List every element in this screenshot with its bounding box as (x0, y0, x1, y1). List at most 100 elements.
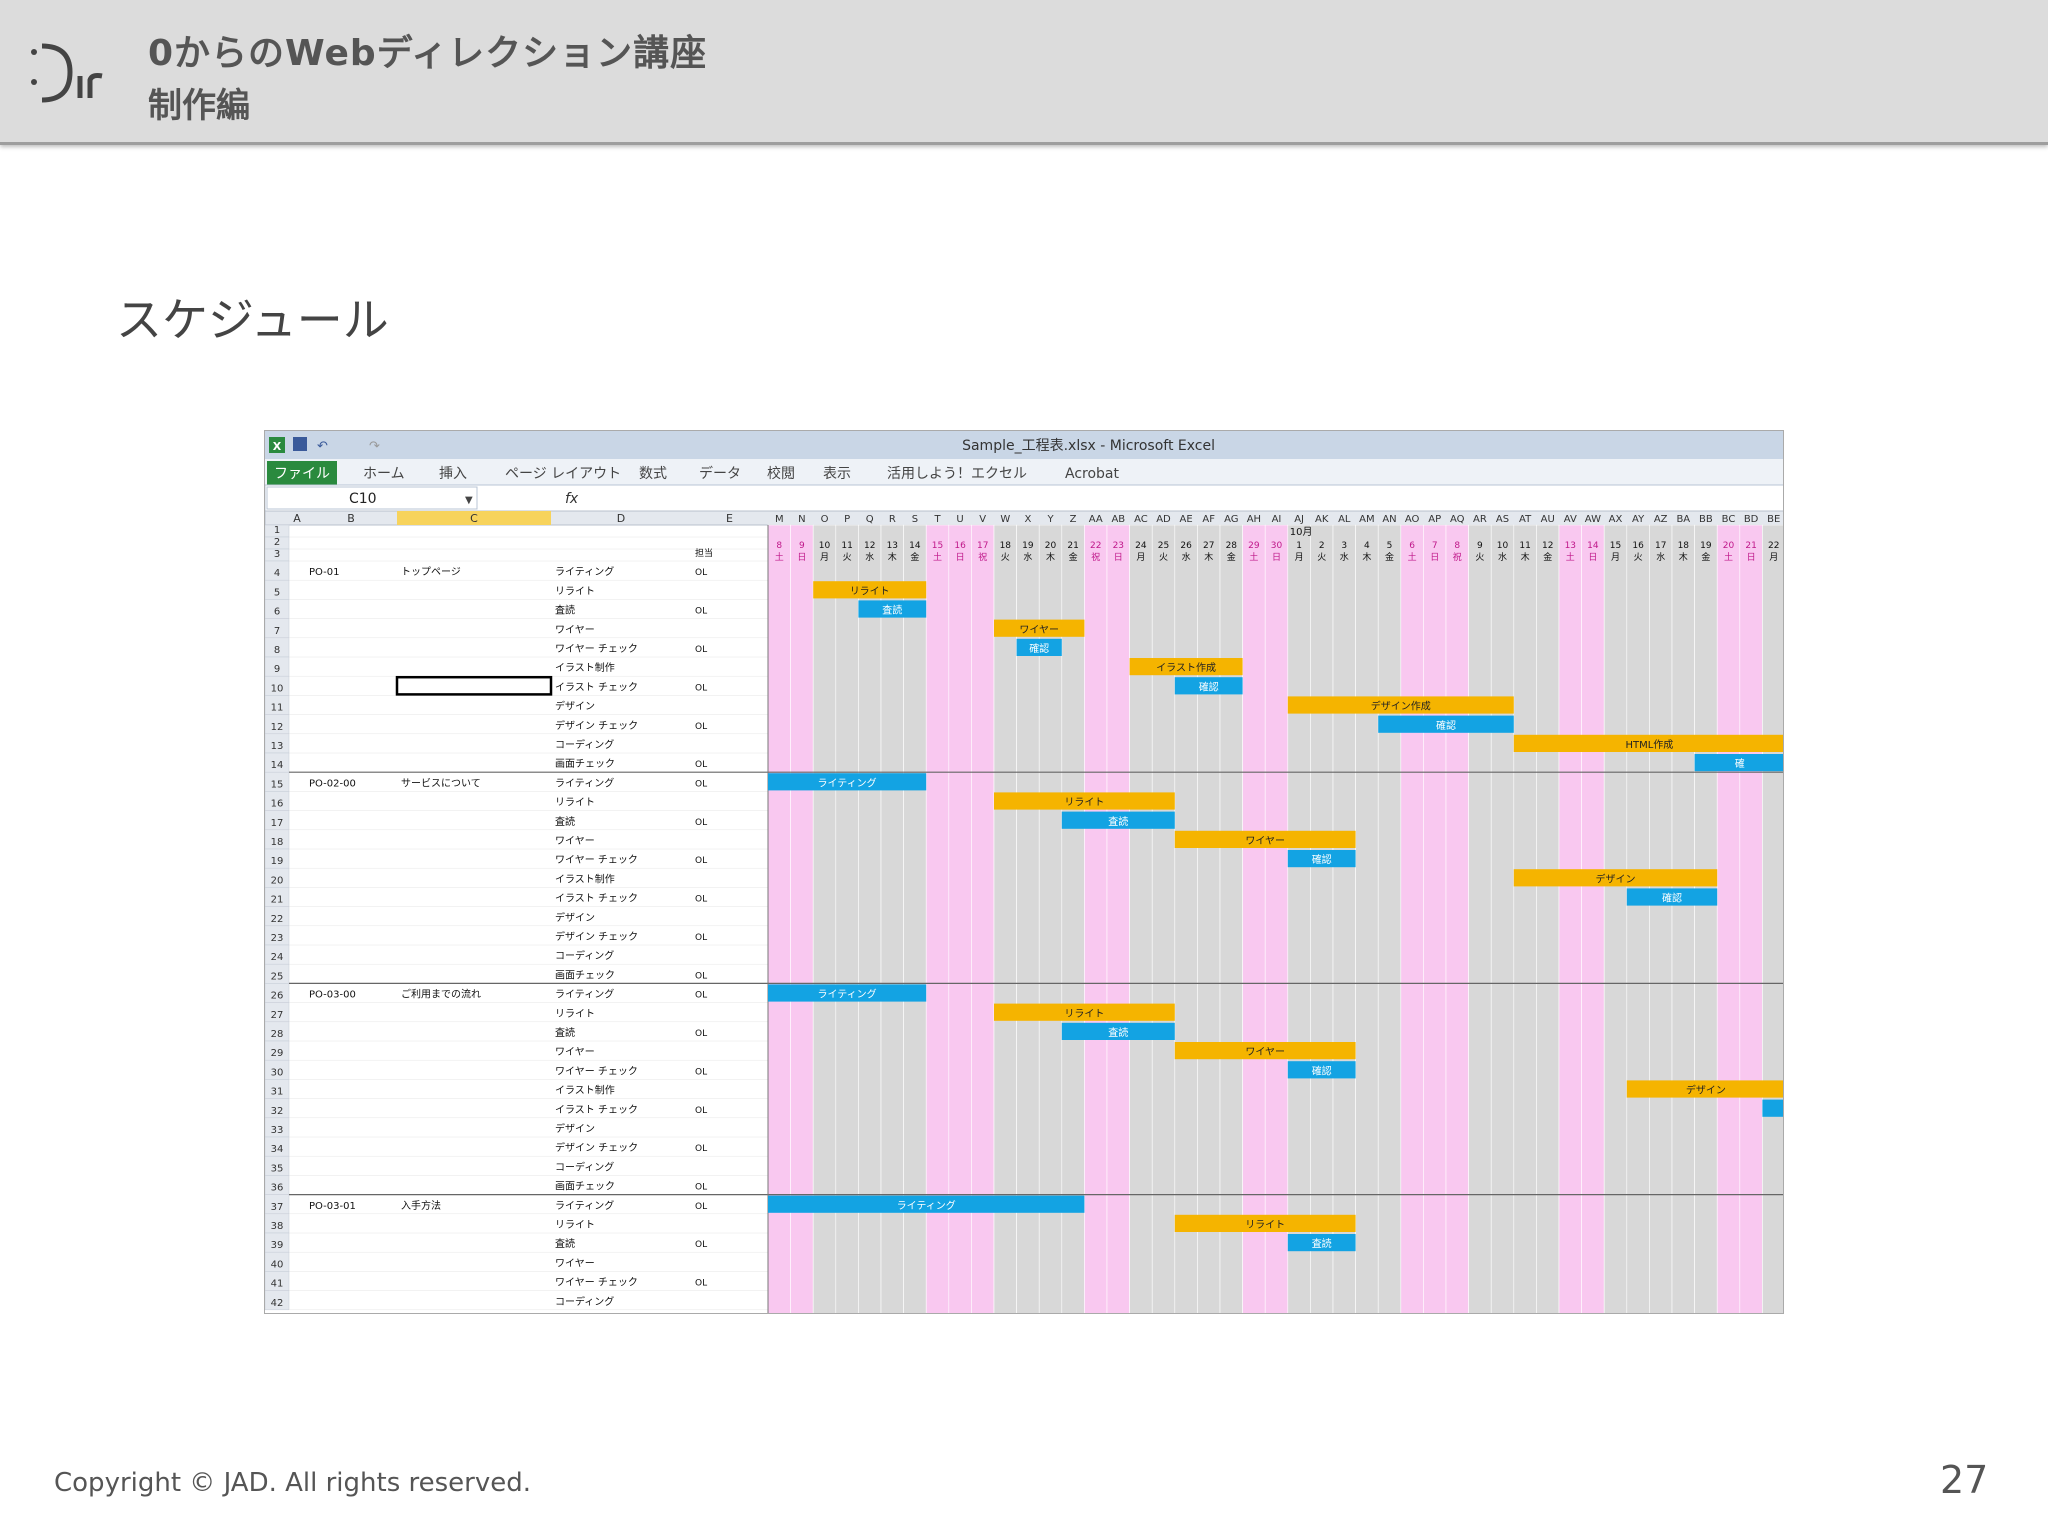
date-column-letter-BD: BD (1744, 514, 1759, 525)
row-number-41: 41 (271, 1279, 284, 1290)
row-number-15: 15 (271, 779, 284, 790)
weekday-11: 水 (1023, 551, 1032, 563)
column-letter-E: E (726, 512, 733, 525)
date-column-letter-AM: AM (1359, 514, 1374, 525)
date-column-letter-AP: AP (1428, 514, 1441, 525)
row-number-32: 32 (271, 1106, 284, 1117)
weekday-13: 金 (1069, 551, 1078, 563)
weekday-24: 火 (1317, 552, 1326, 563)
column-letter-C: C (470, 512, 478, 525)
date-column-bg-15 (1106, 524, 1130, 1313)
row-number-7: 7 (274, 626, 280, 637)
date-column-bg-41 (1694, 524, 1718, 1313)
redo-icon: ↷ (369, 439, 381, 454)
row-number-34: 34 (271, 1144, 284, 1155)
excel-window: X ↶ ↷ Sample_工程表.xlsx - Microsoft Excel ファイル… (265, 431, 1783, 1313)
weekday-5: 木 (888, 551, 897, 563)
row-number-19: 19 (271, 856, 284, 867)
cell-d-28: 査読 (555, 1026, 575, 1039)
cell-d-27: リライト (555, 1008, 595, 1020)
date-column-bg-27 (1377, 524, 1402, 1313)
row-number-21: 21 (271, 895, 284, 906)
date-column-bg-43 (1739, 524, 1763, 1313)
weekday-44: 月 (1769, 552, 1778, 563)
cell-e-3: 担当 (695, 547, 713, 559)
date-column-letter-U: U (956, 514, 963, 525)
date-3: 11 (841, 541, 852, 551)
gantt-bar-label-1: 査読 (882, 604, 902, 617)
ribbon-tab-8: 活用しよう！エクセル (887, 466, 1027, 482)
weekday-33: 木 (1521, 551, 1530, 563)
date-25: 3 (1341, 541, 1347, 551)
ribbon-tab-1: ホーム (363, 466, 405, 482)
row-number-5: 5 (274, 587, 280, 598)
gantt-bar-label-15: デザイン (1596, 872, 1636, 885)
copyright: Copyright © JAD. All rights reserved. (54, 1468, 532, 1498)
date-7: 15 (932, 541, 943, 551)
date-column-letter-AZ: AZ (1654, 514, 1668, 525)
date-11: 19 (1022, 541, 1034, 551)
date-column-letter-M: M (775, 514, 784, 525)
date-5: 13 (887, 541, 898, 551)
cell-e-6: OL (695, 607, 707, 617)
date-column-letter-X: X (1024, 514, 1031, 525)
gantt-bar-label-3: 確認 (1029, 642, 1049, 655)
cell-b-15: PO-02-00 (309, 778, 356, 789)
date-column-bg-37 (1603, 524, 1628, 1313)
cell-d-34: デザイン チェック (555, 1141, 638, 1154)
date-column-letter-AU: AU (1541, 514, 1555, 525)
date-12: 20 (1045, 541, 1057, 551)
date-18: 26 (1180, 541, 1192, 551)
cell-d-42: コーディング (555, 1295, 614, 1308)
date-column-letter-N: N (798, 514, 805, 525)
date-column-bg-21 (1242, 524, 1266, 1313)
cell-e-30: OL (695, 1067, 707, 1077)
weekday-14: 祝 (1091, 551, 1100, 563)
weekday-41: 金 (1701, 551, 1710, 563)
cell-d-24: コーディング (555, 949, 614, 962)
gantt-bar-label-14: 確認 (1312, 853, 1332, 866)
row-number-40: 40 (271, 1259, 284, 1270)
row-number-26: 26 (271, 991, 284, 1002)
cell-d-25: 画面チェック (555, 969, 615, 981)
cell-d-11: デザイン (555, 700, 595, 713)
date-column-bg-23 (1287, 524, 1311, 1313)
weekday-42: 土 (1724, 551, 1733, 563)
cell-b-26: PO-03-00 (309, 990, 356, 1001)
weekday-30: 祝 (1453, 551, 1462, 563)
date-column-bg-19 (1197, 524, 1221, 1313)
date-41: 19 (1700, 541, 1712, 551)
weekday-40: 木 (1679, 551, 1688, 563)
date-column-letter-AE: AE (1180, 514, 1193, 525)
weekday-43: 日 (1747, 552, 1756, 563)
name-box-dropdown-icon: ▼ (465, 495, 473, 506)
date-19: 27 (1203, 541, 1214, 551)
weekday-21: 土 (1249, 551, 1258, 563)
date-column-letter-AX: AX (1609, 514, 1623, 525)
cell-d-7: ワイヤー (555, 625, 595, 636)
date-36: 14 (1587, 541, 1599, 551)
cell-d-16: リライト (555, 797, 595, 809)
date-4: 12 (864, 541, 875, 551)
date-column-letter-Z: Z (1070, 514, 1077, 525)
gantt-bar-23 (1762, 1099, 1783, 1117)
gantt-bar-label-26: 査読 (1312, 1237, 1332, 1250)
row-number-10: 10 (271, 683, 284, 694)
cell-e-28: OL (695, 1029, 707, 1039)
month-label: 10月 (1290, 526, 1313, 538)
date-27: 5 (1387, 541, 1393, 551)
row-number-36: 36 (271, 1183, 284, 1194)
cell-d-26: ライティング (555, 988, 614, 1001)
date-column-bg-14 (1084, 524, 1108, 1313)
date-column-bg-34 (1536, 524, 1560, 1313)
gantt-bar-label-21: 確認 (1312, 1064, 1332, 1077)
cell-e-8: OL (695, 645, 707, 655)
gantt-bar-label-20: ワイヤー (1245, 1047, 1285, 1058)
weekday-32: 水 (1498, 551, 1507, 563)
weekday-1: 日 (797, 552, 806, 563)
date-38: 16 (1632, 541, 1644, 551)
ribbon-tab-7: 表示 (823, 466, 851, 482)
gantt-bar-label-22: デザイン (1686, 1084, 1726, 1097)
date-8: 16 (954, 541, 966, 551)
date-10: 18 (1000, 541, 1012, 551)
